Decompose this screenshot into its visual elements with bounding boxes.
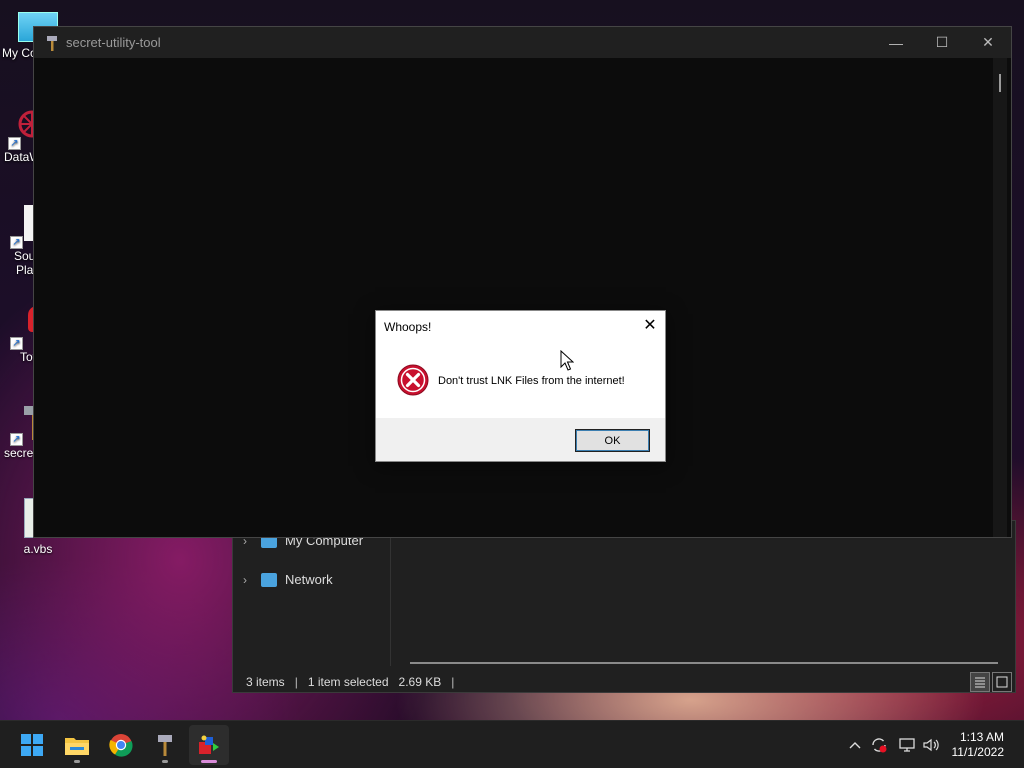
selection-size: 2.69 KB — [398, 675, 442, 689]
console-area[interactable] — [34, 58, 1011, 537]
clock-date: 11/1/2022 — [951, 745, 1005, 759]
ok-button[interactable]: OK — [575, 429, 650, 452]
file-explorer-icon — [65, 738, 89, 755]
dialog-close-button[interactable]: ✕ — [641, 315, 659, 335]
file-explorer-window: › My Computer › Network 3 items | 1 item… — [232, 520, 1016, 693]
caption-buttons: — ☐ ✕ — [873, 27, 1011, 58]
navigation-pane: › My Computer › Network — [233, 521, 391, 666]
sync-error-icon — [872, 738, 887, 753]
network-icon — [261, 572, 277, 587]
running-indicator — [74, 760, 80, 763]
status-separator: | — [451, 675, 455, 689]
selection-info: 1 item selected — [307, 675, 389, 689]
shortcut-arrow-icon: ↗ — [10, 433, 23, 446]
large-icons-view-button[interactable] — [992, 672, 1012, 692]
scrollbar-thumb[interactable] — [999, 74, 1001, 92]
clock-time: 1:13 AM — [959, 730, 1004, 744]
chevron-up-icon — [849, 742, 861, 749]
taskbar-secret-utility-tool[interactable] — [145, 725, 185, 765]
shortcut-arrow-icon: ↗ — [10, 337, 23, 350]
taskbar-chrome[interactable] — [101, 725, 141, 765]
details-view-button[interactable] — [970, 672, 990, 692]
chevron-right-icon[interactable]: › — [243, 573, 253, 587]
close-button[interactable]: ✕ — [965, 27, 1011, 58]
network-icon — [899, 738, 915, 752]
nav-item-network[interactable]: › Network — [243, 572, 333, 587]
network-button[interactable] — [896, 721, 918, 768]
mouse-cursor-icon — [560, 349, 575, 372]
maximize-button[interactable]: ☐ — [919, 27, 965, 58]
taskbar-file-explorer[interactable] — [57, 725, 97, 765]
chrome-icon — [109, 734, 133, 757]
taskbar-active-app[interactable] — [189, 725, 229, 765]
window-titlebar[interactable]: secret-utility-tool — ☐ ✕ — [34, 27, 1011, 58]
sync-status-button[interactable] — [868, 721, 890, 768]
shortcut-arrow-icon: ↗ — [8, 137, 21, 150]
item-count: 3 items — [246, 675, 285, 689]
window-title: secret-utility-tool — [66, 35, 161, 50]
clock[interactable]: 1:13 AM 11/1/2022 — [952, 730, 1005, 760]
active-indicator — [201, 760, 217, 763]
dialog-footer: OK — [376, 418, 665, 461]
error-icon — [397, 364, 429, 396]
hammer-icon — [44, 35, 60, 51]
status-bar: 3 items | 1 item selected 2.69 KB | — [233, 671, 1015, 693]
status-separator: | — [294, 675, 298, 689]
start-icon — [21, 734, 43, 756]
error-dialog: Whoops! ✕ Don't trust LNK Files from the… — [375, 310, 666, 462]
dialog-title: Whoops! — [384, 320, 432, 334]
vertical-scrollbar[interactable] — [993, 58, 1007, 537]
minimize-button[interactable]: — — [873, 27, 919, 58]
shortcut-arrow-icon: ↗ — [10, 236, 23, 249]
show-hidden-icons-button[interactable] — [845, 721, 865, 768]
desktop-icon-label: a.vbs — [23, 542, 53, 556]
nav-item-label: Network — [285, 572, 333, 587]
horizontal-scrollbar[interactable] — [410, 662, 998, 664]
active-app-icon — [199, 735, 219, 754]
volume-button[interactable] — [920, 721, 942, 768]
speaker-icon — [923, 738, 939, 752]
hammer-icon — [158, 735, 172, 756]
start-button[interactable] — [12, 725, 52, 765]
taskbar: 1:13 AM 11/1/2022 — [0, 720, 1024, 768]
running-indicator — [162, 760, 168, 763]
dialog-message: Don't trust LNK Files from the internet! — [438, 375, 625, 387]
